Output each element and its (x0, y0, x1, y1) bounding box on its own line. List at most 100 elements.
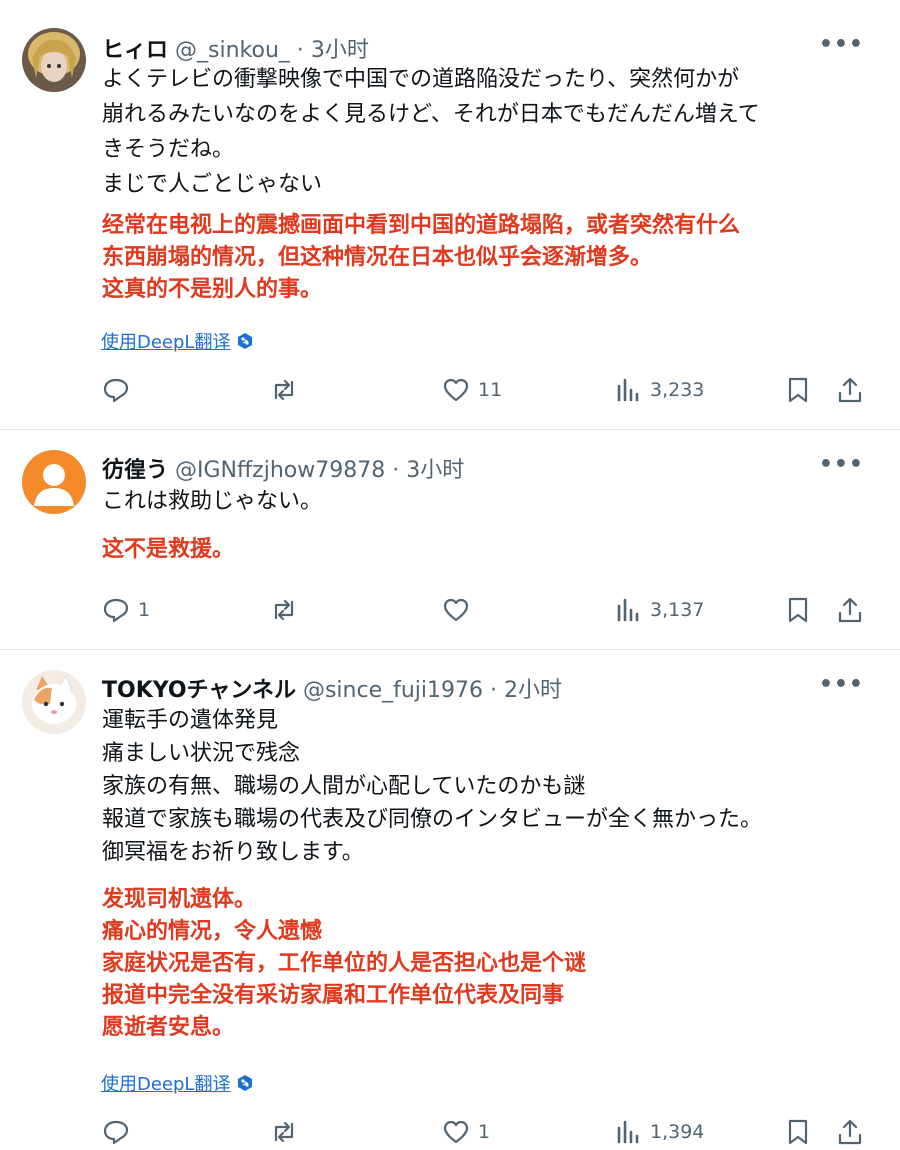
tweet-text: これは救助じゃない。 (102, 484, 322, 519)
bookmark-icon (788, 1119, 808, 1145)
translation-line: 发现司机遗体。 (102, 887, 257, 912)
display-name[interactable]: 彷徨う (102, 458, 168, 483)
views-button[interactable]: 1,394 (614, 1118, 704, 1146)
share-button[interactable] (836, 376, 864, 404)
share-button[interactable] (836, 1118, 864, 1146)
default-avatar-icon (22, 450, 86, 514)
repost-button[interactable] (270, 1118, 298, 1146)
share-button[interactable] (836, 596, 864, 624)
translation-line: 经常在电视上的震撼画面中看到中国的道路塌陷，或者突然有什么 (102, 213, 741, 238)
user-handle[interactable]: @since_fuji1976 (303, 678, 483, 703)
share-icon (838, 1119, 862, 1145)
translation-text: 发现司机遗体。 痛心的情况，令人遗憾 家庭状况是否有，工作单位的人是否担心也是个… (102, 884, 586, 1044)
translation-text: 这不是救援。 (102, 534, 234, 566)
bookmark-icon (788, 377, 808, 403)
more-options-icon[interactable]: ••• (819, 32, 864, 57)
views-chart-icon (617, 598, 639, 622)
like-button[interactable] (442, 596, 478, 624)
tweet-text-line: よくテレビの衝撃映像で中国での道路陥没だったり、突然何かが (102, 67, 740, 92)
deepl-logo-icon (238, 1075, 253, 1091)
timestamp[interactable]: 2小时 (504, 678, 562, 703)
like-button[interactable]: 1 (442, 1118, 490, 1146)
separator-dot: · (392, 458, 400, 483)
reply-button[interactable] (102, 1118, 138, 1146)
tweet-text-line: 報道で家族も職場の代表及び同僚のインタビューが全く無かった。 (102, 807, 763, 832)
like-button[interactable]: 11 (442, 376, 502, 404)
bookmark-icon (788, 597, 808, 623)
like-count: 11 (478, 379, 503, 401)
separator-dot: · (490, 678, 498, 703)
avatar-photo-icon (22, 28, 86, 92)
repost-button[interactable] (270, 596, 298, 624)
share-icon (838, 597, 862, 623)
views-count: 1,394 (650, 1121, 705, 1143)
tweet-header: ヒィロ @_sinkou_ · 3小时 (102, 32, 369, 64)
translate-link-label[interactable]: 使用DeepL翻译 (101, 328, 230, 354)
avatar[interactable] (22, 670, 86, 734)
translation-line: 这真的不是别人的事。 (102, 277, 323, 302)
tweet-text-line: 家族の有無、職場の人間が心配していたのかも謎 (102, 774, 586, 799)
tweet-text-line: 崩れるみたいなのをよく見るけど、それが日本でもだんだん増えて (102, 102, 760, 127)
more-options-icon[interactable]: ••• (819, 672, 864, 697)
separator-dot: · (296, 38, 304, 63)
tweet-text-line: まじで人ごとじゃない (102, 172, 323, 197)
translate-link[interactable]: 使用DeepL翻译 (101, 1070, 254, 1096)
timestamp[interactable]: 3小时 (311, 38, 369, 63)
heart-icon (443, 378, 469, 402)
like-count: 1 (478, 1121, 491, 1143)
repost-button[interactable] (270, 376, 298, 404)
heart-icon (443, 1120, 469, 1144)
tweet-3: TOKYOチャンネル @since_fuji1976 · 2小时 ••• 運転手… (0, 650, 900, 1150)
tweet-1: ヒィロ @_sinkou_ · 3小时 ••• よくテレビの衝撃映像で中国での道… (0, 0, 900, 430)
tweet-text: 運転手の遺体発見 痛ましい状況で残念 家族の有無、職場の人間が心配していたのかも… (102, 704, 762, 869)
reply-button[interactable]: 1 (102, 596, 150, 624)
bookmark-button[interactable] (784, 1118, 812, 1146)
tweet-text-line: きそうだね。 (102, 137, 235, 162)
display-name[interactable]: TOKYOチャンネル (102, 678, 296, 703)
tweet-text-line: 御冥福をお祈り致します。 (102, 840, 364, 865)
user-handle[interactable]: @IGNffzjhow79878 (175, 458, 385, 483)
tweet-actions: 11 3,233 (100, 376, 870, 408)
tweet-header: TOKYOチャンネル @since_fuji1976 · 2小时 (102, 672, 562, 704)
tweet-actions: 1 3,137 (100, 596, 870, 628)
translate-link-label[interactable]: 使用DeepL翻译 (101, 1070, 230, 1096)
more-options-icon[interactable]: ••• (819, 452, 864, 477)
tweet-text: よくテレビの衝撃映像で中国での道路陥没だったり、突然何かが 崩れるみたいなのをよ… (102, 62, 760, 202)
reply-icon (103, 1120, 129, 1145)
translation-text: 经常在电视上的震撼画面中看到中国的道路塌陷，或者突然有什么 东西崩塌的情况，但这… (102, 210, 740, 306)
views-chart-icon (617, 378, 639, 402)
deepl-logo-icon (238, 333, 253, 349)
tweet-header: 彷徨う @IGNffzjhow79878 · 3小时 (102, 452, 464, 484)
reply-button[interactable] (102, 376, 138, 404)
tweet-text-line: これは救助じゃない。 (102, 489, 323, 514)
reply-count: 1 (138, 599, 151, 621)
tweet-text-line: 運転手の遺体発見 (102, 708, 279, 733)
tweet-2: 彷徨う @IGNffzjhow79878 · 3小时 ••• これは救助じゃない… (0, 430, 900, 650)
repost-icon (274, 379, 294, 401)
views-button[interactable]: 3,137 (614, 596, 704, 624)
cat-avatar-icon (22, 670, 86, 734)
heart-icon (443, 598, 469, 622)
translation-line: 东西崩塌的情况，但这种情况在日本也似乎会逐渐增多。 (102, 245, 653, 270)
display-name[interactable]: ヒィロ (102, 38, 168, 63)
repost-icon (274, 599, 294, 621)
share-icon (838, 377, 862, 403)
translation-line: 家庭状况是否有，工作单位的人是否担心也是个谜 (102, 951, 587, 976)
translation-line: 报道中完全没有采访家属和工作单位代表及同事 (102, 983, 565, 1008)
views-count: 3,233 (650, 379, 705, 401)
bookmark-button[interactable] (784, 596, 812, 624)
translation-line: 愿逝者安息。 (102, 1015, 235, 1040)
reply-icon (103, 378, 129, 403)
timestamp[interactable]: 3小时 (406, 458, 464, 483)
translation-line: 痛心的情况，令人遗憾 (102, 919, 323, 944)
translation-line: 这不是救援。 (102, 537, 235, 562)
translate-link[interactable]: 使用DeepL翻译 (101, 328, 254, 354)
views-button[interactable]: 3,233 (614, 376, 704, 404)
reply-icon (103, 598, 129, 623)
avatar[interactable] (22, 28, 86, 92)
avatar[interactable] (22, 450, 86, 514)
user-handle[interactable]: @_sinkou_ (175, 38, 290, 63)
views-count: 3,137 (650, 599, 705, 621)
bookmark-button[interactable] (784, 376, 812, 404)
views-chart-icon (617, 1120, 639, 1144)
